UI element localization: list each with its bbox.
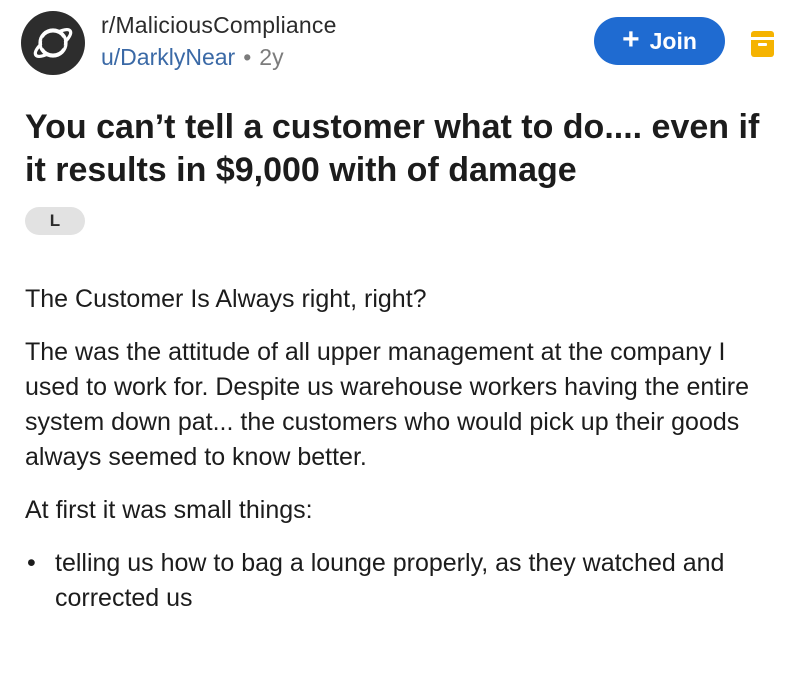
author-username[interactable]: u/DarklyNear xyxy=(101,44,235,70)
bullet-dot: • xyxy=(27,549,36,577)
subreddit-avatar[interactable] xyxy=(21,11,85,75)
subreddit-name[interactable]: r/MaliciousCompliance xyxy=(101,10,337,40)
list-item-text: telling us how to bag a lounge properly,… xyxy=(55,549,725,612)
post-meta: r/MaliciousCompliance u/DarklyNear • 2y xyxy=(101,10,337,72)
body-paragraph: The was the attitude of all upper manage… xyxy=(25,338,749,471)
post-body: The Customer Is Always right, right? The… xyxy=(25,282,765,616)
byline-separator: • xyxy=(243,44,252,70)
save-icon[interactable] xyxy=(751,31,774,57)
body-paragraph: At first it was small things: xyxy=(25,496,313,524)
join-label: Join xyxy=(649,27,697,54)
plus-icon: + xyxy=(622,23,640,56)
post-flair[interactable]: L xyxy=(25,207,85,235)
post-header: r/MaliciousCompliance u/DarklyNear • 2y + … xyxy=(0,0,800,90)
bullet-list: • telling us how to bag a lounge properl… xyxy=(25,546,765,616)
list-item: • telling us how to bag a lounge properl… xyxy=(25,546,765,616)
join-button[interactable]: + Join xyxy=(594,17,725,65)
planet-icon xyxy=(33,28,73,58)
body-paragraph: The Customer Is Always right, right? xyxy=(25,285,427,313)
post-title[interactable]: You can’t tell a customer what to do....… xyxy=(25,106,785,192)
post-age: 2y xyxy=(259,44,284,70)
byline: u/DarklyNear • 2y xyxy=(101,42,337,72)
